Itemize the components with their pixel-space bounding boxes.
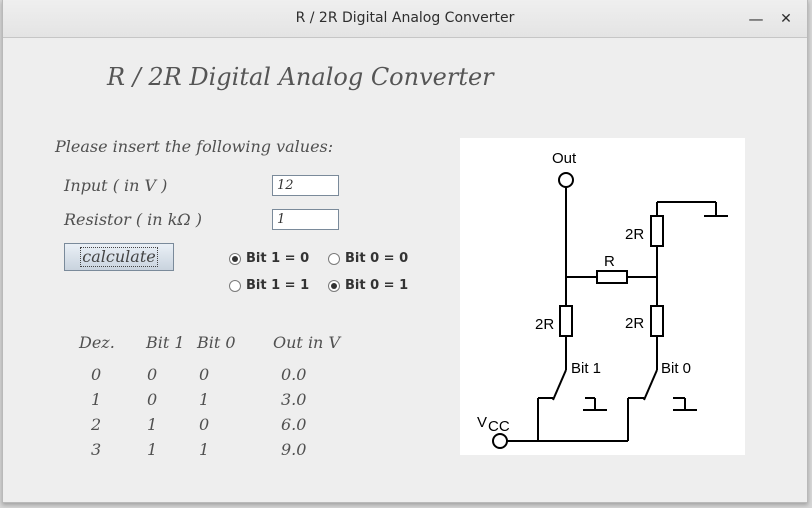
table-cell: 9.0: [281, 440, 307, 459]
close-button[interactable]: ✕: [775, 8, 797, 30]
input-voltage-label: Input ( in V ): [64, 176, 168, 195]
2r-top-label: 2R: [625, 226, 644, 243]
main-content: R / 2R Digital Analog Converter Please i…: [3, 38, 807, 502]
app-window: R / 2R Digital Analog Converter — ✕ R / …: [2, 0, 808, 503]
radio-bit0-1-indicator: [328, 279, 340, 292]
table-header-out: Out in V: [273, 333, 340, 352]
table-header-bit0: Bit 0: [197, 333, 236, 352]
vcc-subscript: CC: [488, 418, 510, 435]
table-cell: 1: [199, 390, 210, 409]
radio-bit0-0[interactable]: Bit 0 = 0: [328, 251, 408, 266]
table-cell: 3.0: [281, 390, 307, 409]
resistor-field[interactable]: [272, 209, 339, 230]
table-cell: 1: [199, 440, 210, 459]
minimize-button[interactable]: —: [745, 8, 767, 30]
table-cell: 0: [147, 365, 158, 384]
radio-bit1-1[interactable]: Bit 1 = 1: [229, 278, 309, 293]
switch-bit1: [552, 369, 567, 401]
title-bar[interactable]: R / 2R Digital Analog Converter — ✕: [3, 0, 807, 38]
out-terminal: [558, 172, 574, 188]
radio-bit0-1[interactable]: Bit 0 = 1: [328, 278, 408, 293]
resistor-label: Resistor ( in kΩ ): [64, 210, 202, 229]
circuit-diagram: Out R 2R 2R 2R Bit 1 Bit 0 V CC: [460, 138, 745, 455]
vcc-terminal: [492, 433, 508, 449]
bit0-label: Bit 0: [661, 360, 691, 377]
radio-bit1-0[interactable]: Bit 1 = 0: [229, 251, 309, 266]
table-cell: 1: [147, 440, 158, 459]
circuit-svg: Out R 2R 2R 2R Bit 1 Bit 0 V CC: [477, 150, 728, 449]
calculate-button[interactable]: calculate: [64, 243, 174, 271]
radio-bit0-0-label: Bit 0 = 0: [345, 251, 409, 266]
vcc-label: V: [477, 414, 487, 431]
table-cell: 0: [199, 365, 210, 384]
page-title: R / 2R Digital Analog Converter: [107, 63, 494, 91]
instruction-text: Please insert the following values:: [55, 137, 334, 156]
table-cell: 0: [91, 365, 102, 384]
radio-bit1-0-label: Bit 1 = 0: [246, 251, 310, 266]
input-voltage-field[interactable]: [272, 175, 339, 196]
radio-bit1-1-indicator: [229, 279, 241, 292]
table-cell: 3: [91, 440, 102, 459]
window-title: R / 2R Digital Analog Converter: [295, 10, 515, 26]
radio-bit1-1-label: Bit 1 = 1: [246, 278, 310, 293]
table-cell: 0: [147, 390, 158, 409]
radio-bit0-1-label: Bit 0 = 1: [345, 278, 409, 293]
resistor-2r-right: [650, 305, 664, 337]
resistor-2r-top: [650, 215, 664, 247]
2r-left-label: 2R: [535, 316, 554, 333]
table-header-dez: Dez.: [79, 333, 115, 352]
resistor-2r-left: [559, 305, 573, 337]
2r-right-label: 2R: [625, 315, 644, 332]
bit1-label: Bit 1: [571, 360, 601, 377]
table-cell: 1: [147, 415, 158, 434]
resistor-r: [596, 270, 628, 284]
table-cell: 0: [199, 415, 210, 434]
out-label: Out: [552, 150, 577, 167]
calculate-button-label: calculate: [80, 247, 158, 267]
radio-bit1-0-indicator: [229, 252, 241, 265]
switch-bit0: [643, 369, 658, 401]
table-header-bit1: Bit 1: [146, 333, 185, 352]
radio-bit0-0-indicator: [328, 252, 340, 265]
table-cell: 6.0: [281, 415, 307, 434]
table-cell: 2: [91, 415, 102, 434]
table-cell: 1: [91, 390, 102, 409]
table-cell: 0.0: [281, 365, 307, 384]
r-label: R: [604, 253, 615, 270]
